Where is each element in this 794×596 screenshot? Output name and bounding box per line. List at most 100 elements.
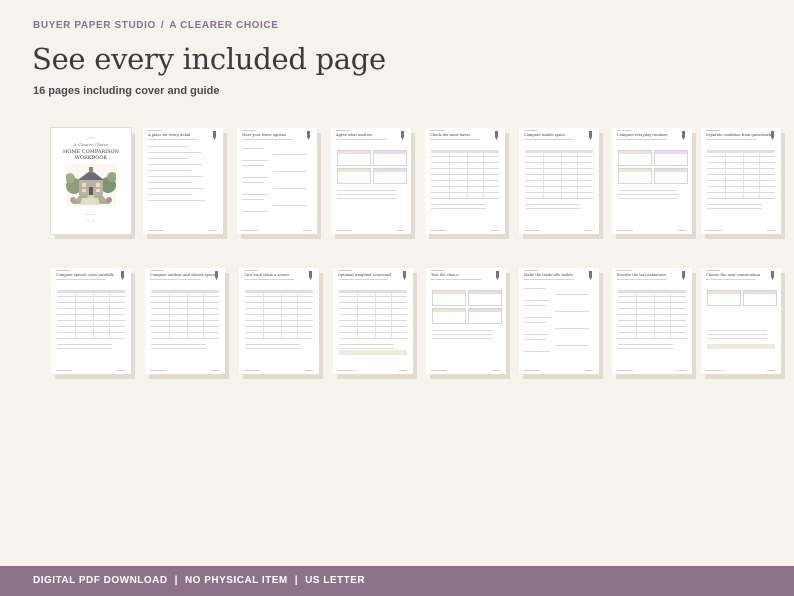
pen-icon <box>682 271 685 280</box>
page-title: See every included page <box>32 42 386 76</box>
text-line <box>707 334 767 335</box>
field-line <box>242 165 264 166</box>
text-line <box>148 164 202 165</box>
page-thumbnail-subline <box>706 139 756 140</box>
table-row-line <box>245 338 313 339</box>
text-line <box>337 198 397 199</box>
pen-icon <box>589 131 592 140</box>
table-row-line <box>57 338 125 339</box>
table-column <box>449 150 450 198</box>
field-line <box>524 305 546 306</box>
field-line <box>555 328 589 329</box>
text-line <box>57 348 112 349</box>
table-column <box>483 150 484 198</box>
field-line <box>524 334 550 335</box>
page-footer-left <box>244 370 260 371</box>
text-line <box>337 194 397 195</box>
section-box <box>373 168 407 184</box>
cover-page-thumbnail: — ✦ — A Clearer Choice HOME COMPARISON W… <box>50 127 132 235</box>
table-header <box>707 150 775 153</box>
page-thumbnail: Give each claim a source <box>239 268 319 374</box>
table-row-line <box>339 296 407 297</box>
text-line <box>148 200 205 201</box>
page-thumbnail-title: Choose the next conversation <box>706 273 761 277</box>
pen-icon <box>401 131 404 140</box>
page-thumbnail-title: Separate condition from guesswork <box>706 133 772 137</box>
page-thumbnail-title: A place for every detail <box>148 133 191 137</box>
page-footer-right <box>492 370 500 371</box>
table-row-line <box>525 156 593 157</box>
table-row-line <box>245 320 313 321</box>
page-thumbnail: Check the must-haves <box>425 128 505 234</box>
page-thumbnail-subline <box>150 279 200 280</box>
footer-digital: DIGITAL PDF DOWNLOAD <box>33 575 168 586</box>
field-line <box>242 199 264 200</box>
field-line <box>242 160 268 161</box>
field-line <box>524 317 550 318</box>
table-row-line <box>618 338 686 339</box>
table-row-line <box>618 302 686 303</box>
footer-us-letter: US LETTER <box>305 575 366 586</box>
table-column <box>543 150 544 198</box>
page-footer-right <box>117 370 125 371</box>
table-column <box>467 150 468 198</box>
text-line <box>339 344 394 345</box>
table-row-line <box>151 320 219 321</box>
page-footer-left <box>706 230 722 231</box>
section-box-header <box>469 309 501 312</box>
table-row-line <box>245 302 313 303</box>
table-row-line <box>525 198 593 199</box>
page-thumbnail-subline <box>617 279 667 280</box>
page-thumbnail: Compare special costs carefully <box>51 268 131 374</box>
table-row-line <box>525 174 593 175</box>
table-row-line <box>431 168 499 169</box>
table-column <box>725 150 726 198</box>
section-box <box>373 150 407 166</box>
page-kicker <box>524 130 538 131</box>
page-kicker <box>336 130 350 131</box>
tip-note <box>339 350 407 355</box>
page-thumbnail: Compare everyday routines <box>612 128 692 234</box>
table-row-line <box>57 314 125 315</box>
table-row-line <box>431 156 499 157</box>
section-box-header <box>374 169 406 172</box>
table-header <box>431 150 499 153</box>
page-footer-right <box>678 370 686 371</box>
pen-icon <box>307 131 310 140</box>
page-footer-left <box>706 370 722 371</box>
cover-meta-2: — · — <box>86 218 96 222</box>
page-thumbnail-title: Resolve the last unknowns <box>617 273 666 277</box>
table-row-line <box>707 168 775 169</box>
page-footer-right <box>491 230 499 231</box>
pen-icon <box>403 271 406 280</box>
section-box-header <box>433 309 465 312</box>
pen-icon <box>309 271 312 280</box>
page-footer-left <box>338 370 354 371</box>
page-thumbnail-subline <box>524 139 574 140</box>
field-line <box>555 311 589 312</box>
page-kicker <box>244 270 258 271</box>
section-box <box>468 290 502 306</box>
table-column <box>375 290 376 338</box>
table-row-line <box>431 162 499 163</box>
page-thumbnail-subline <box>524 279 574 280</box>
page-thumbnail-subline <box>244 279 294 280</box>
table-column <box>391 290 392 338</box>
page-footer-right <box>585 230 593 231</box>
table-column <box>281 290 282 338</box>
page-footer-left <box>336 230 352 231</box>
table-row-line <box>431 180 499 181</box>
table-row-line <box>151 296 219 297</box>
text-line <box>148 176 203 177</box>
page-thumbnail: Make the trade-offs visible <box>519 268 599 374</box>
page-kicker <box>617 130 631 131</box>
text-line <box>707 204 762 205</box>
text-line <box>432 330 492 331</box>
table-row-line <box>707 186 775 187</box>
table-row-line <box>245 326 313 327</box>
pen-icon <box>496 271 499 280</box>
field-line <box>273 154 307 155</box>
page-thumbnail-subline <box>617 139 667 140</box>
page-thumbnail-title: Meet your three options <box>242 133 287 137</box>
page-footer-right <box>305 370 313 371</box>
